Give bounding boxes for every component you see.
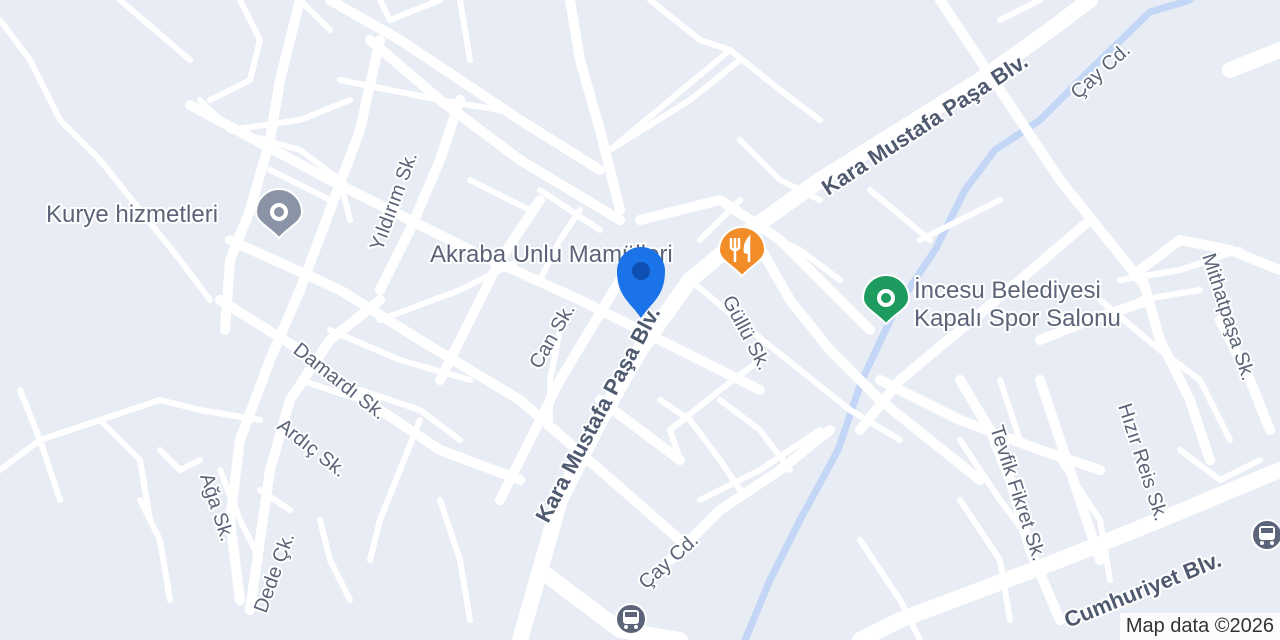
map-layer: Kara Mustafa Paşa Blv. Kara Mustafa Paşa…: [0, 0, 1280, 640]
street-label-hizir-reis: Hızır Reis Sk.: [1113, 401, 1172, 524]
street-label-gullu: Güllü Sk.: [718, 292, 776, 374]
poi-label-spor-line2[interactable]: Kapalı Spor Salonu: [912, 303, 1123, 334]
restaurant-pin-icon[interactable]: [717, 226, 767, 278]
street-label-mithatpasa: Mithatpaşa Sk.: [1197, 251, 1259, 384]
poi-kurye[interactable]: Kurye hizmetleri: [44, 188, 304, 240]
poi-spor-salonu[interactable]: İncesu Belediyesi Kapalı Spor Salonu: [861, 274, 1123, 334]
street-label-cay-cd-lower: Çay Cd.: [635, 529, 703, 594]
street-label-kara-mustafa-pasa-upper: Kara Mustafa Paşa Blv.: [817, 48, 1032, 200]
location-pin-icon[interactable]: [617, 247, 665, 318]
poi-label-spor-line1[interactable]: İncesu Belediyesi: [912, 275, 1103, 306]
poi-label-kurye[interactable]: Kurye hizmetleri: [44, 199, 220, 230]
park-pin-icon[interactable]: [861, 274, 911, 326]
map-attribution: Map data ©2026: [1119, 613, 1280, 640]
courier-pin-icon[interactable]: [254, 188, 304, 240]
street-label-cay-cd-upper: Çay Cd.: [1067, 39, 1135, 104]
bus-stop-icon[interactable]: [1251, 519, 1280, 551]
map-canvas[interactable]: Kara Mustafa Paşa Blv. Kara Mustafa Paşa…: [0, 0, 1280, 640]
bus-stop-icon[interactable]: [615, 603, 647, 635]
street-label-ardic: Ardıç Sk.: [273, 415, 350, 482]
